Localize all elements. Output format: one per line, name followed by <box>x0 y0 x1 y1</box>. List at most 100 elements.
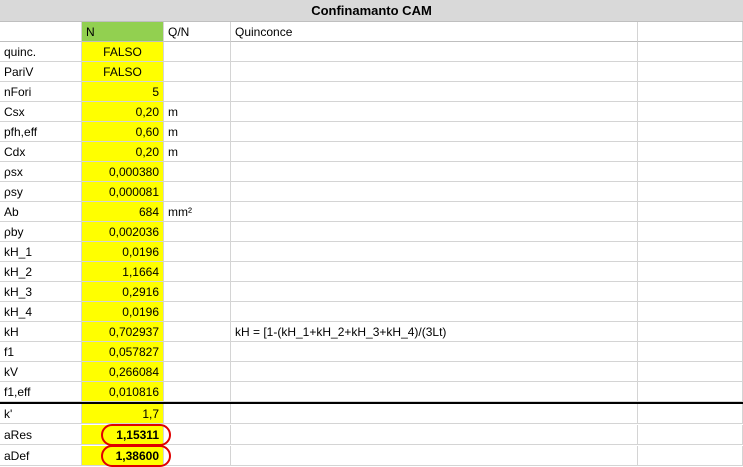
cell-empty[interactable] <box>638 162 743 182</box>
cell-note[interactable] <box>231 162 638 182</box>
cell-unit[interactable] <box>164 242 231 262</box>
cell-value[interactable]: 1,15311 <box>82 425 164 445</box>
cell-empty[interactable] <box>638 182 743 202</box>
cell-note[interactable] <box>231 302 638 322</box>
cell-label[interactable]: kH_2 <box>0 262 82 282</box>
cell-value[interactable]: 0,266084 <box>82 362 164 382</box>
cell-empty[interactable] <box>638 62 743 82</box>
cell-empty[interactable] <box>638 404 743 424</box>
cell-empty[interactable] <box>638 282 743 302</box>
header-cell-qn[interactable]: Q/N <box>164 22 231 42</box>
header-cell-n[interactable]: N <box>82 22 164 42</box>
cell-label[interactable]: f1 <box>0 342 82 362</box>
cell-empty[interactable] <box>638 82 743 102</box>
cell-label[interactable]: nFori <box>0 82 82 102</box>
cell-unit[interactable] <box>164 382 231 402</box>
cell-value[interactable]: FALSO <box>82 42 164 62</box>
cell-label[interactable]: Ab <box>0 202 82 222</box>
cell-unit[interactable] <box>164 282 231 302</box>
cell-unit[interactable] <box>164 82 231 102</box>
cell-empty[interactable] <box>638 42 743 62</box>
cell-note[interactable] <box>231 362 638 382</box>
cell-label[interactable]: kH_1 <box>0 242 82 262</box>
cell-unit[interactable]: mm² <box>164 202 231 222</box>
cell-note[interactable] <box>231 446 638 466</box>
cell-empty[interactable] <box>638 362 743 382</box>
cell-unit[interactable] <box>164 262 231 282</box>
cell-note[interactable] <box>231 342 638 362</box>
cell-unit[interactable] <box>164 182 231 202</box>
cell-note[interactable] <box>231 182 638 202</box>
cell-value[interactable]: 1,7 <box>82 404 164 424</box>
cell-note[interactable] <box>231 382 638 402</box>
cell-unit[interactable] <box>164 342 231 362</box>
cell-value[interactable]: 1,1664 <box>82 262 164 282</box>
cell-unit[interactable] <box>164 362 231 382</box>
cell-note[interactable] <box>231 425 638 445</box>
cell-value[interactable]: 0,702937 <box>82 322 164 342</box>
cell-note[interactable] <box>231 242 638 262</box>
cell-value[interactable]: 0,010816 <box>82 382 164 402</box>
cell-label[interactable]: ρsy <box>0 182 82 202</box>
cell-note[interactable] <box>231 62 638 82</box>
cell-empty[interactable] <box>638 102 743 122</box>
cell-label[interactable]: kV <box>0 362 82 382</box>
cell-empty[interactable] <box>638 262 743 282</box>
cell-empty[interactable] <box>638 122 743 142</box>
cell-value[interactable]: 0,20 <box>82 142 164 162</box>
cell-unit[interactable] <box>164 62 231 82</box>
cell-note[interactable] <box>231 202 638 222</box>
cell-label[interactable]: aDef <box>0 446 82 466</box>
cell-empty[interactable] <box>638 425 743 445</box>
cell-empty[interactable] <box>638 142 743 162</box>
header-cell-empty[interactable] <box>638 22 743 42</box>
cell-label[interactable]: Cdx <box>0 142 82 162</box>
cell-unit[interactable] <box>164 322 231 342</box>
cell-label[interactable]: k' <box>0 404 82 424</box>
cell-value[interactable]: 1,38600 <box>82 446 164 466</box>
cell-value[interactable]: 0,2916 <box>82 282 164 302</box>
cell-unit[interactable]: m <box>164 102 231 122</box>
cell-unit[interactable] <box>164 425 231 445</box>
cell-note[interactable] <box>231 222 638 242</box>
cell-note[interactable] <box>231 404 638 424</box>
cell-unit[interactable]: m <box>164 122 231 142</box>
cell-empty[interactable] <box>638 342 743 362</box>
cell-unit[interactable] <box>164 222 231 242</box>
cell-empty[interactable] <box>638 322 743 342</box>
cell-value[interactable]: 5 <box>82 82 164 102</box>
cell-value[interactable]: 0,000380 <box>82 162 164 182</box>
cell-value[interactable]: 0,20 <box>82 102 164 122</box>
cell-empty[interactable] <box>638 202 743 222</box>
cell-empty[interactable] <box>638 222 743 242</box>
cell-empty[interactable] <box>638 302 743 322</box>
cell-note[interactable] <box>231 142 638 162</box>
cell-label[interactable]: pfh,eff <box>0 122 82 142</box>
cell-note[interactable] <box>231 42 638 62</box>
cell-empty[interactable] <box>638 382 743 402</box>
cell-label[interactable]: Csx <box>0 102 82 122</box>
cell-note[interactable] <box>231 282 638 302</box>
cell-unit[interactable]: m <box>164 142 231 162</box>
cell-unit[interactable] <box>164 302 231 322</box>
cell-unit[interactable] <box>164 446 231 466</box>
cell-unit[interactable] <box>164 162 231 182</box>
cell-note[interactable]: kH = [1-(kH_1+kH_2+kH_3+kH_4)/(3Lt) <box>231 322 638 342</box>
cell-label[interactable]: kH_4 <box>0 302 82 322</box>
cell-unit[interactable] <box>164 42 231 62</box>
header-cell-desc[interactable]: Quinconce <box>231 22 638 42</box>
cell-label[interactable]: kH <box>0 322 82 342</box>
cell-empty[interactable] <box>638 242 743 262</box>
cell-value[interactable]: 0,057827 <box>82 342 164 362</box>
cell-value[interactable]: 0,0196 <box>82 242 164 262</box>
header-cell-label[interactable] <box>0 22 82 42</box>
cell-note[interactable] <box>231 122 638 142</box>
cell-value[interactable]: FALSO <box>82 62 164 82</box>
cell-label[interactable]: PariV <box>0 62 82 82</box>
cell-note[interactable] <box>231 82 638 102</box>
cell-value[interactable]: 0,000081 <box>82 182 164 202</box>
cell-value[interactable]: 0,002036 <box>82 222 164 242</box>
cell-value[interactable]: 684 <box>82 202 164 222</box>
cell-note[interactable] <box>231 102 638 122</box>
cell-value[interactable]: 0,60 <box>82 122 164 142</box>
